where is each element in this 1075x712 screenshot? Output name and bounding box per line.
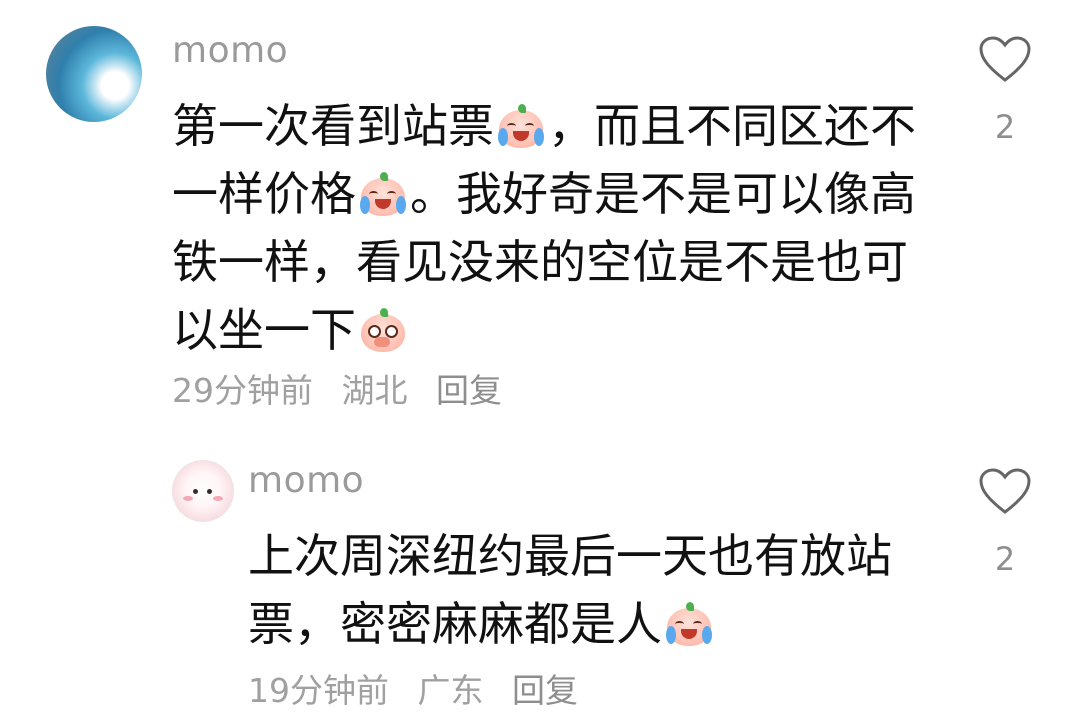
- comment-text-segment: 上次周深纽约最后一天也有放站票，密密麻麻都是人: [248, 529, 892, 651]
- heart-outline-icon[interactable]: [978, 36, 1032, 84]
- comment-text: 上次周深纽约最后一天也有放站票，密密麻麻都是人: [248, 522, 898, 658]
- reply-button[interactable]: 回复: [512, 671, 578, 710]
- comment-location: 广东: [417, 671, 484, 710]
- like-count: 2: [994, 108, 1016, 146]
- heart-outline-icon[interactable]: [978, 468, 1032, 516]
- comment-time: 19分钟前: [248, 671, 389, 710]
- comment-location: 湖北: [341, 371, 408, 410]
- avatar-blush: [183, 496, 193, 501]
- avatar-eye: [193, 489, 198, 494]
- shy-cover-mouth-emoji: [358, 308, 408, 352]
- comment-meta: 29分钟前 湖北 回复: [172, 364, 520, 412]
- avatar-blush: [213, 496, 223, 501]
- comment-time: 29分钟前: [172, 371, 313, 410]
- like-button[interactable]: 2: [975, 36, 1035, 146]
- avatar-eye: [207, 489, 212, 494]
- like-button[interactable]: 2: [975, 468, 1035, 578]
- username[interactable]: momo: [172, 30, 288, 71]
- like-count: 2: [994, 540, 1016, 578]
- avatar[interactable]: [172, 460, 234, 522]
- crying-laugh-emoji: [496, 104, 546, 148]
- comment-text-segment: 第一次看到站票: [172, 99, 494, 153]
- avatar[interactable]: [46, 26, 142, 122]
- crying-laugh-emoji: [358, 172, 408, 216]
- reply-button[interactable]: 回复: [436, 371, 502, 410]
- comment-text: 第一次看到站票 ，而且不同区还不一样价格 。我好奇是不是可以像高铁一样，看见没来的空…: [172, 92, 932, 364]
- comment-meta: 19分钟前 广东 回复: [248, 664, 596, 712]
- comment-item: momo 第一次看到站票 ，而且不同区还不一样价格 。我好奇是不是可以像高铁一样，看…: [0, 0, 1075, 430]
- crying-laugh-emoji: [664, 602, 714, 646]
- username[interactable]: momo: [248, 460, 364, 501]
